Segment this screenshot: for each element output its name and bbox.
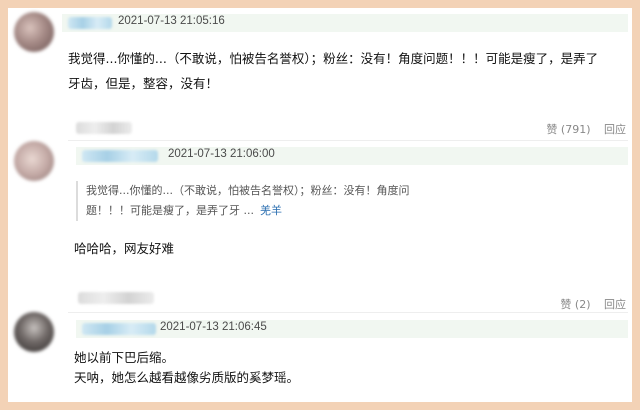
- avatar[interactable]: [14, 141, 54, 181]
- like-button[interactable]: 赞 (791): [546, 123, 590, 136]
- reply-button[interactable]: 回应: [604, 123, 626, 136]
- like-button[interactable]: 赞 (2): [560, 298, 590, 311]
- quote-line-with-link: 题！！！可能是瘦了，是弄了牙 ... 羌羊: [86, 201, 409, 221]
- avatar[interactable]: [14, 312, 54, 352]
- comment-text: 我觉得...你懂的...（不敢说，怕被告名誉权）；粉丝：没有！角度问题！！！可能…: [68, 46, 598, 96]
- timestamp: 2021-07-13 21:05:16: [118, 15, 225, 27]
- divider: [68, 140, 628, 141]
- quote-line: 题！！！可能是瘦了，是弄了牙 ...: [86, 204, 254, 217]
- comment-line: 哈哈哈，网友好难: [74, 241, 175, 256]
- comment-meta: 2021-07-13 21:05:16: [62, 14, 628, 32]
- username-blurred[interactable]: [82, 323, 156, 335]
- timestamp: 2021-07-13 21:06:45: [160, 321, 267, 333]
- comment-actions: 赞 (2) 回应: [550, 296, 626, 312]
- divider: [68, 312, 628, 313]
- username-blurred[interactable]: [82, 150, 158, 162]
- actions-blurred: [78, 292, 154, 304]
- quoted-reply: 我觉得...你懂的...（不敢说，怕被告名誉权）；粉丝：没有！角度问 题！！！可…: [76, 181, 409, 221]
- username-blurred[interactable]: [68, 17, 112, 29]
- expand-quote-link[interactable]: 羌羊: [260, 204, 282, 217]
- quote-line: 我觉得...你懂的...（不敢说，怕被告名誉权）；粉丝：没有！角度问: [86, 184, 410, 197]
- comment-text: 她以前下巴后缩。 天呐，她怎么越看越像劣质版的奚梦瑶。: [74, 348, 299, 388]
- avatar[interactable]: [14, 12, 54, 52]
- comment-meta: 2021-07-13 21:06:00: [76, 147, 628, 165]
- actions-blurred: [76, 122, 132, 134]
- comment-line: 天呐，她怎么越看越像劣质版的奚梦瑶。: [74, 370, 300, 385]
- comment-line: 我觉得...你懂的...（不敢说，怕被告名誉权）；粉丝：没有！角度问题！！！可能…: [68, 51, 599, 66]
- comment-line: 牙齿，但是，整容，没有！: [68, 76, 219, 91]
- reply-button[interactable]: 回应: [604, 298, 626, 311]
- comment-text: 哈哈哈，网友好难: [74, 236, 174, 261]
- comment-actions: 赞 (791) 回应: [536, 121, 626, 137]
- timestamp: 2021-07-13 21:06:00: [168, 148, 275, 160]
- comment-line: 她以前下巴后缩。: [74, 350, 175, 365]
- comment-card: 2021-07-13 21:05:16 我觉得...你懂的...（不敢说，怕被告…: [8, 8, 632, 402]
- comment-meta: 2021-07-13 21:06:45: [76, 320, 628, 338]
